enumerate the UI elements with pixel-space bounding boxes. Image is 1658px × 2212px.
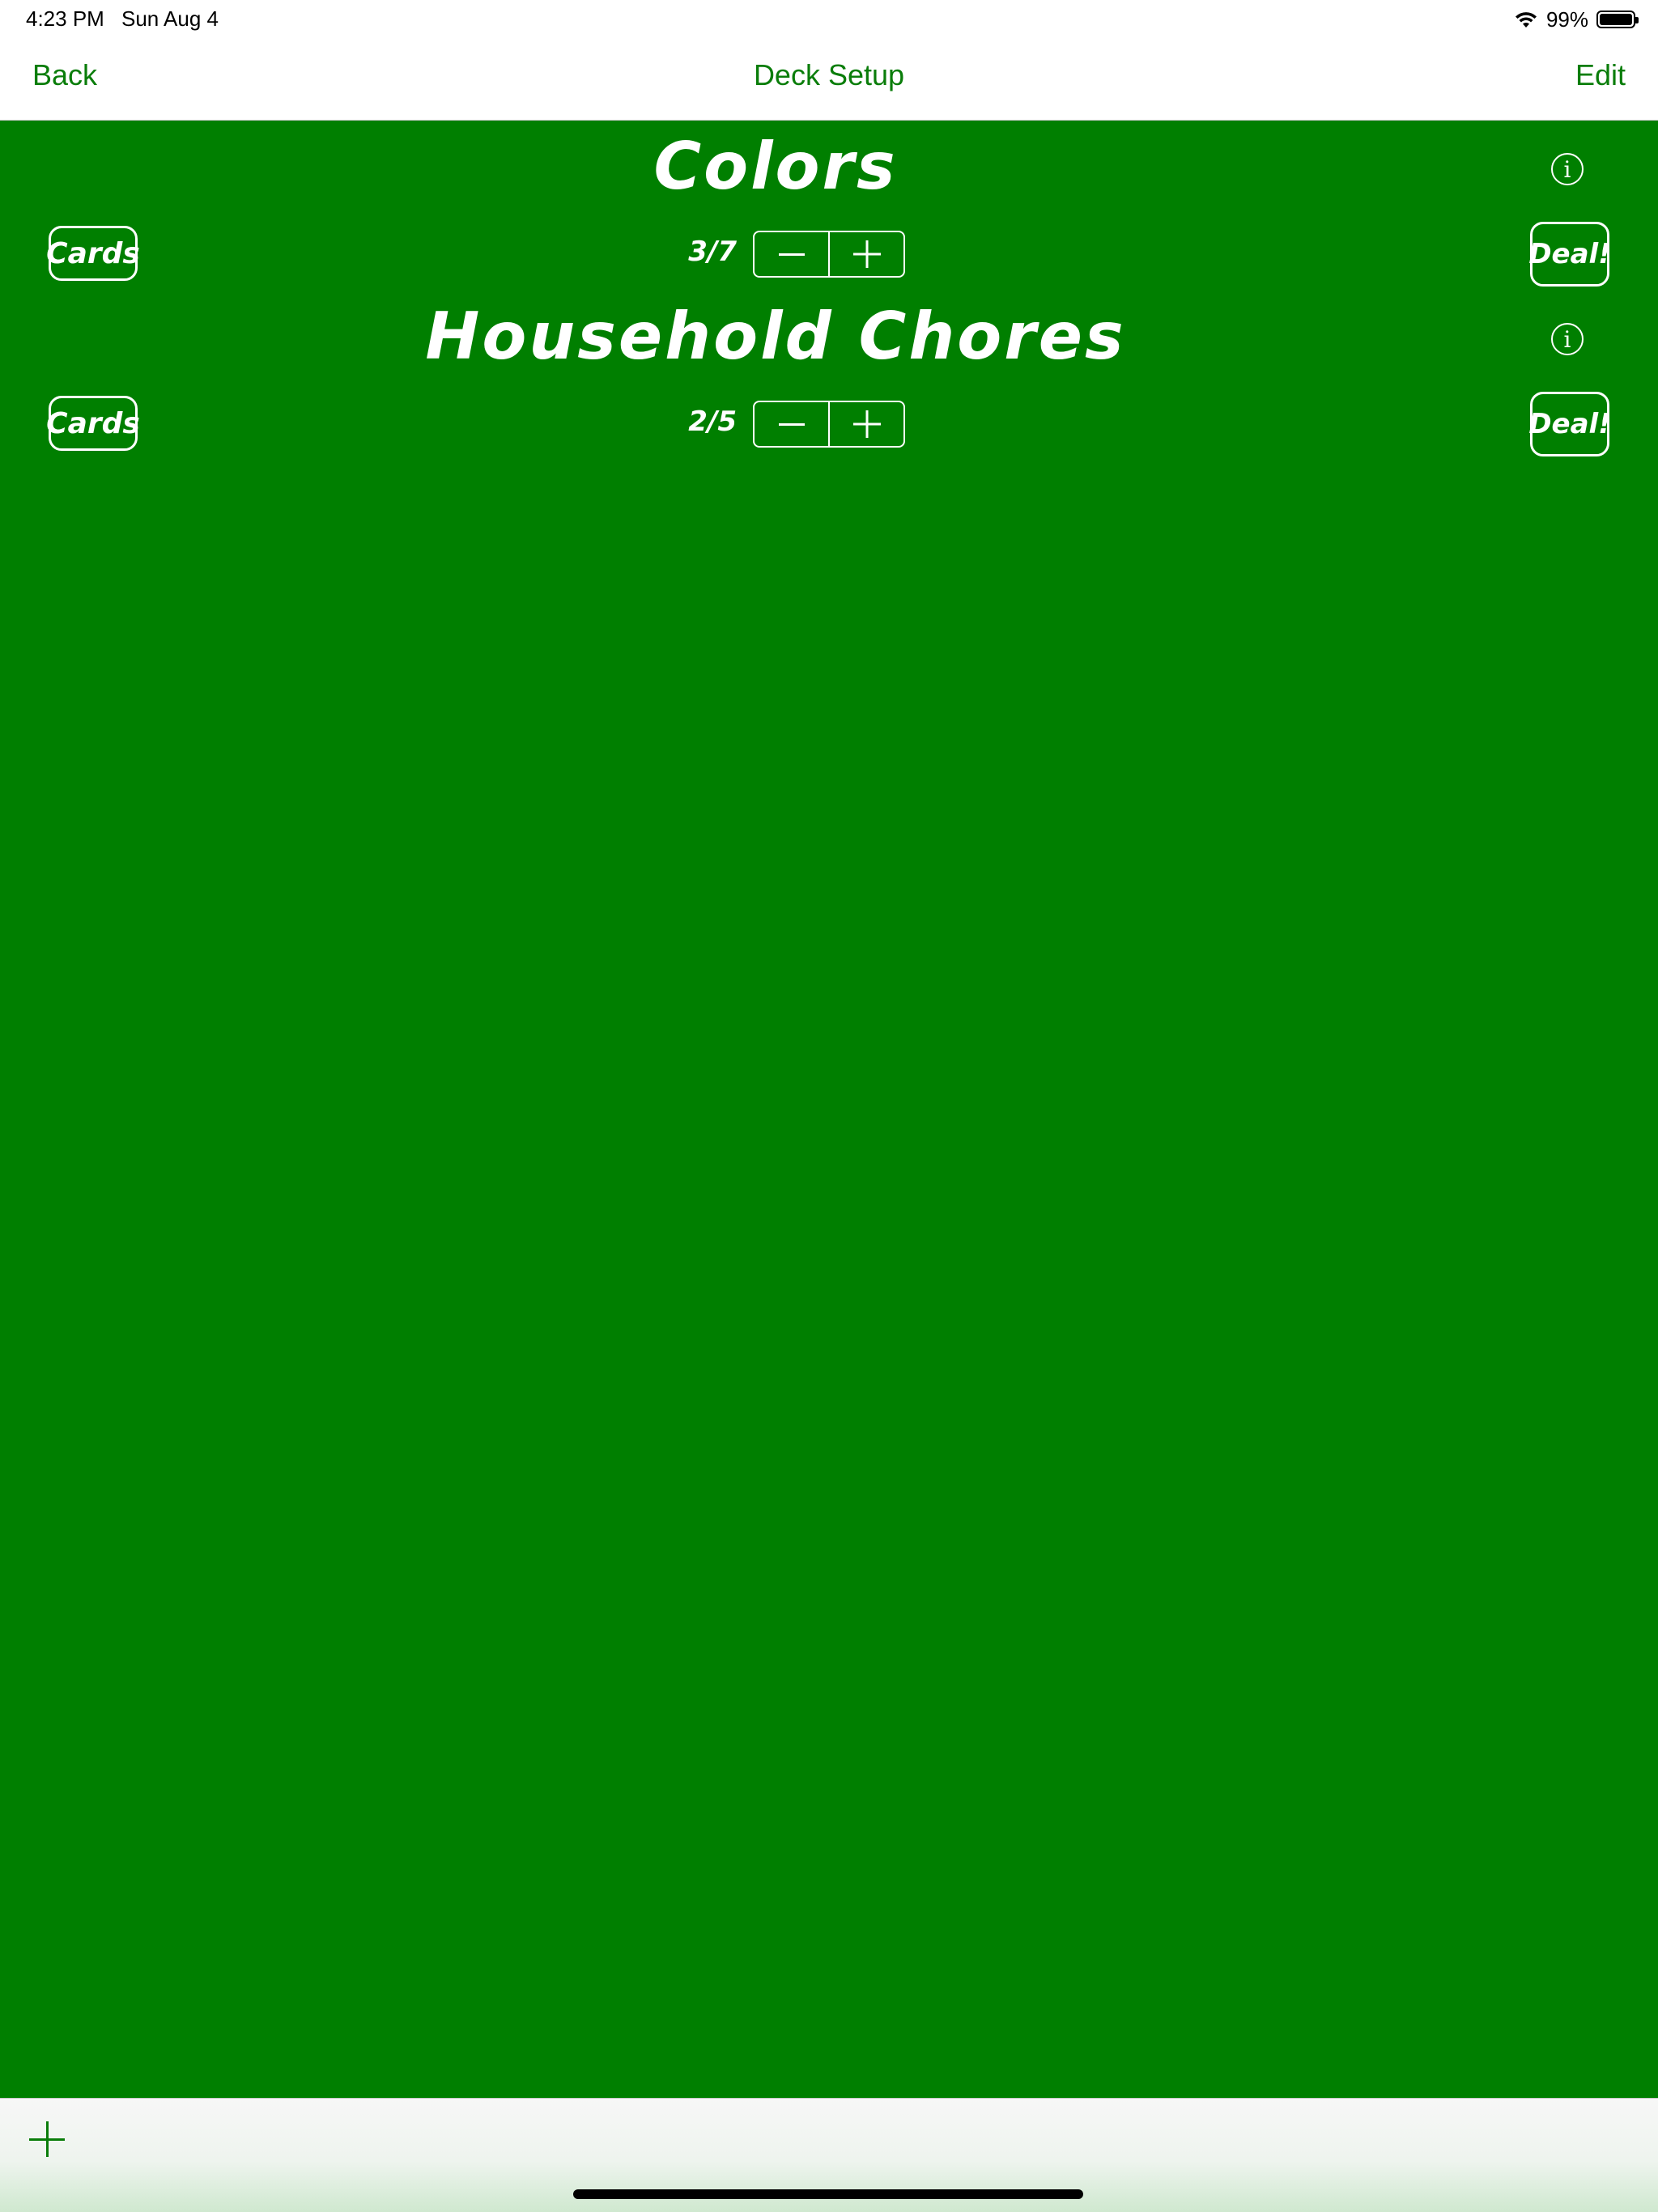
cards-button[interactable]: Cards bbox=[46, 396, 140, 451]
decrement-button[interactable] bbox=[755, 402, 828, 446]
deck-title: Colors bbox=[653, 129, 898, 204]
page-title: Deck Setup bbox=[753, 58, 905, 91]
deal-button[interactable]: Deal! bbox=[1528, 222, 1611, 287]
status-time: 4:23 PM bbox=[26, 6, 104, 31]
minus-icon bbox=[778, 422, 805, 426]
page-title-wrap: Deck Setup bbox=[0, 58, 1658, 92]
quantity-stepper bbox=[753, 401, 905, 448]
battery-percent: 99% bbox=[1545, 6, 1588, 32]
add-deck-button[interactable] bbox=[29, 2121, 65, 2157]
deck-count: 2/5 bbox=[688, 405, 737, 438]
cards-button[interactable]: Cards bbox=[46, 226, 140, 281]
increment-button[interactable] bbox=[828, 232, 903, 276]
edit-button[interactable]: Edit bbox=[1575, 58, 1626, 92]
deal-button[interactable]: Deal! bbox=[1528, 392, 1611, 456]
wifi-icon bbox=[1515, 12, 1537, 28]
bottom-toolbar bbox=[0, 2098, 1658, 2212]
info-icon[interactable]: i bbox=[1551, 153, 1584, 185]
home-indicator[interactable] bbox=[573, 2189, 1083, 2199]
minus-icon bbox=[778, 253, 805, 256]
increment-button[interactable] bbox=[828, 402, 903, 446]
deck-title: Household Chores bbox=[425, 299, 1126, 374]
status-indicators: 99% bbox=[1514, 5, 1639, 34]
deck-count: 3/7 bbox=[688, 236, 737, 268]
back-button[interactable]: Back bbox=[32, 58, 97, 92]
status-date: Sun Aug 4 bbox=[121, 6, 219, 31]
decrement-button[interactable] bbox=[755, 232, 828, 276]
navigation-bar: Back Deck Setup Edit bbox=[0, 39, 1658, 121]
quantity-stepper bbox=[753, 231, 905, 278]
battery-icon bbox=[1596, 11, 1639, 28]
info-icon[interactable]: i bbox=[1551, 323, 1584, 355]
deck-list: Colors i Cards 3/7 Deal! Household Chore… bbox=[0, 121, 1658, 2098]
status-bar: 4:23 PM Sun Aug 4 99% bbox=[0, 0, 1658, 39]
